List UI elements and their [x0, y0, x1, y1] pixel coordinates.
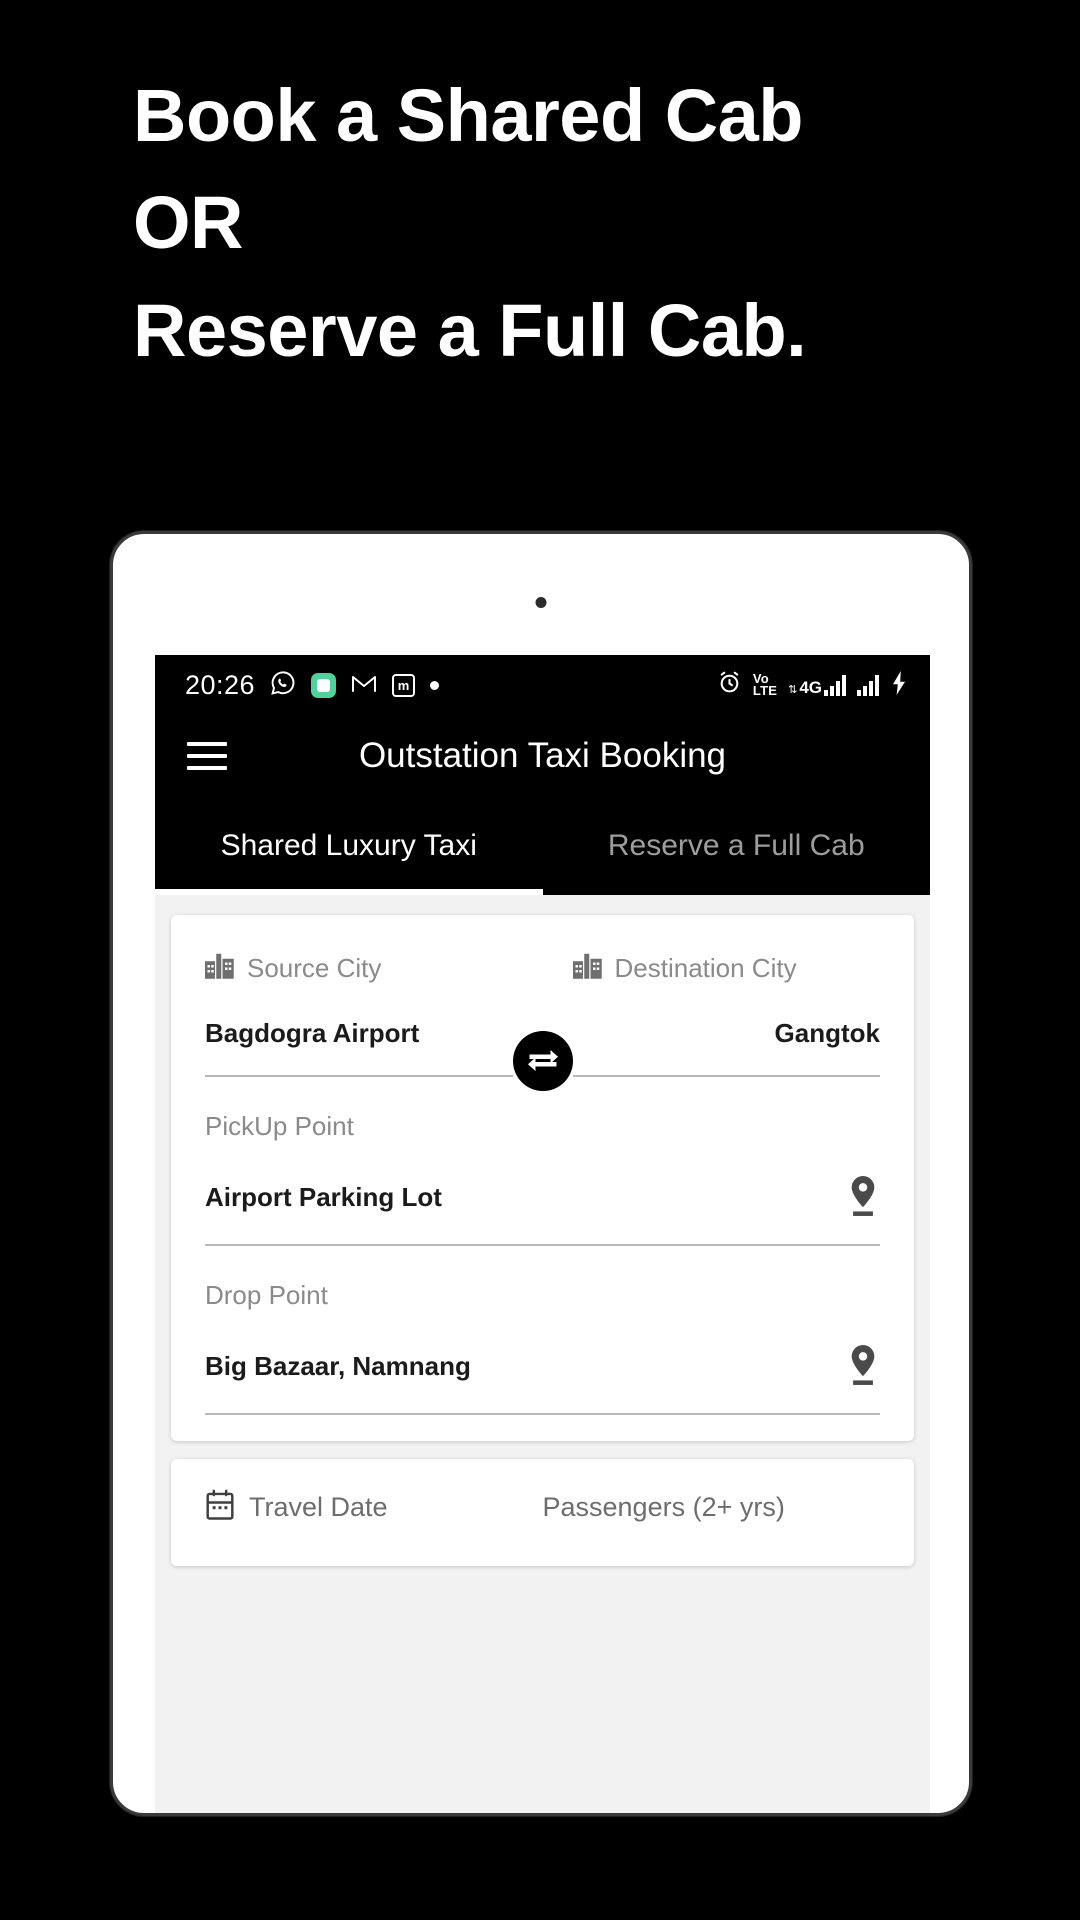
whatsapp-icon: [270, 670, 296, 701]
source-city-label: Source City: [247, 953, 382, 983]
map-pin-icon[interactable]: [846, 1176, 880, 1218]
data-arrows-icon: ⇅: [788, 683, 798, 696]
green-app-icon: [311, 672, 337, 698]
tab-reserve-a-full-cab[interactable]: Reserve a Full Cab: [543, 797, 931, 895]
page-title: Book a Shared Cab OR Reserve a Full Cab.: [133, 62, 983, 384]
destination-city-label: Destination City: [614, 953, 797, 983]
map-pin-icon[interactable]: [846, 1345, 880, 1387]
swap-cities-button[interactable]: [512, 1031, 573, 1091]
passengers-label: Passengers (2+ yrs): [542, 1492, 785, 1522]
headline-line-2: OR: [133, 181, 244, 265]
pickup-point-field[interactable]: PickUp Point Airport Parking Lot: [205, 1111, 880, 1246]
volte-icon: Vo LTE: [752, 671, 778, 698]
drop-point-row: Big Bazaar, Namnang: [205, 1345, 880, 1387]
pickup-point-underline: [205, 1244, 880, 1246]
date-passengers-row: Travel Date Passengers (2+ yrs): [205, 1489, 880, 1526]
pickup-point-row: Airport Parking Lot: [205, 1176, 880, 1218]
travel-date-field[interactable]: Travel Date: [205, 1489, 543, 1526]
promo-page: Book a Shared Cab OR Reserve a Full Cab.…: [0, 0, 1080, 1920]
pickup-point-label: PickUp Point: [205, 1111, 354, 1141]
dot-icon: [430, 680, 440, 690]
destination-city-label-row: Destination City: [572, 951, 881, 986]
charging-icon: [890, 670, 908, 700]
drop-point-underline: [205, 1413, 880, 1415]
source-city-underline: [205, 1075, 513, 1077]
drop-point-label: Drop Point: [205, 1280, 328, 1310]
destination-city-field[interactable]: Destination City Gangtok: [572, 951, 881, 1077]
m-app-icon: m: [392, 673, 416, 697]
status-bar-right: Vo LTE ⇅ 4G: [717, 670, 908, 700]
app-bar-title: Outstation Taxi Booking: [358, 736, 727, 775]
date-passengers-card: Travel Date Passengers (2+ yrs): [171, 1459, 914, 1566]
alarm-icon: [717, 670, 742, 700]
device-frame: 20:26 m Vo LTE ⇅ 4G Outstation Taxi Book…: [110, 531, 972, 1816]
tab-shared-luxury-taxi[interactable]: Shared Luxury Taxi: [155, 797, 543, 895]
source-city-value: Bagdogra Airport: [205, 1018, 420, 1048]
calendar-icon: [205, 1489, 235, 1526]
headline-line-1: Book a Shared Cab: [133, 74, 804, 157]
city-row: Source City Bagdogra Airport Destination…: [205, 951, 881, 1091]
pickup-point-value: Airport Parking Lot: [205, 1181, 442, 1212]
app-body: Source City Bagdogra Airport Destination…: [155, 895, 930, 1813]
signal-bars-icon: [857, 674, 879, 696]
drop-point-field[interactable]: Drop Point Big Bazaar, Namnang: [205, 1280, 880, 1415]
drop-point-value: Big Bazaar, Namnang: [205, 1350, 471, 1381]
destination-city-underline: [572, 1075, 880, 1077]
signal-4g-icon: ⇅ 4G: [788, 674, 846, 696]
status-bar: 20:26 m Vo LTE ⇅ 4G: [155, 655, 930, 715]
travel-date-label: Travel Date: [249, 1492, 388, 1522]
tab-bar: Shared Luxury Taxi Reserve a Full Cab: [155, 797, 930, 895]
passengers-field[interactable]: Passengers (2+ yrs): [543, 1492, 881, 1523]
building-icon: [572, 951, 603, 986]
source-city-field[interactable]: Source City Bagdogra Airport: [205, 951, 513, 1077]
status-bar-left: 20:26 m: [185, 669, 440, 701]
route-card: Source City Bagdogra Airport Destination…: [171, 915, 914, 1441]
source-city-label-row: Source City: [205, 951, 513, 986]
signal-bars-primary: [824, 674, 846, 696]
gmail-icon: [351, 673, 377, 698]
camera-icon: [535, 597, 547, 608]
app-bar: Outstation Taxi Booking: [155, 715, 930, 797]
status-time: 20:26: [185, 669, 256, 700]
destination-city-value: Gangtok: [774, 1018, 880, 1048]
swap-icon: [525, 1041, 561, 1082]
hamburger-icon[interactable]: [187, 742, 227, 770]
app-screen: 20:26 m Vo LTE ⇅ 4G Outstation Taxi Book…: [155, 655, 930, 1813]
building-icon: [205, 951, 235, 986]
headline-line-3: Reserve a Full Cab.: [133, 288, 807, 372]
